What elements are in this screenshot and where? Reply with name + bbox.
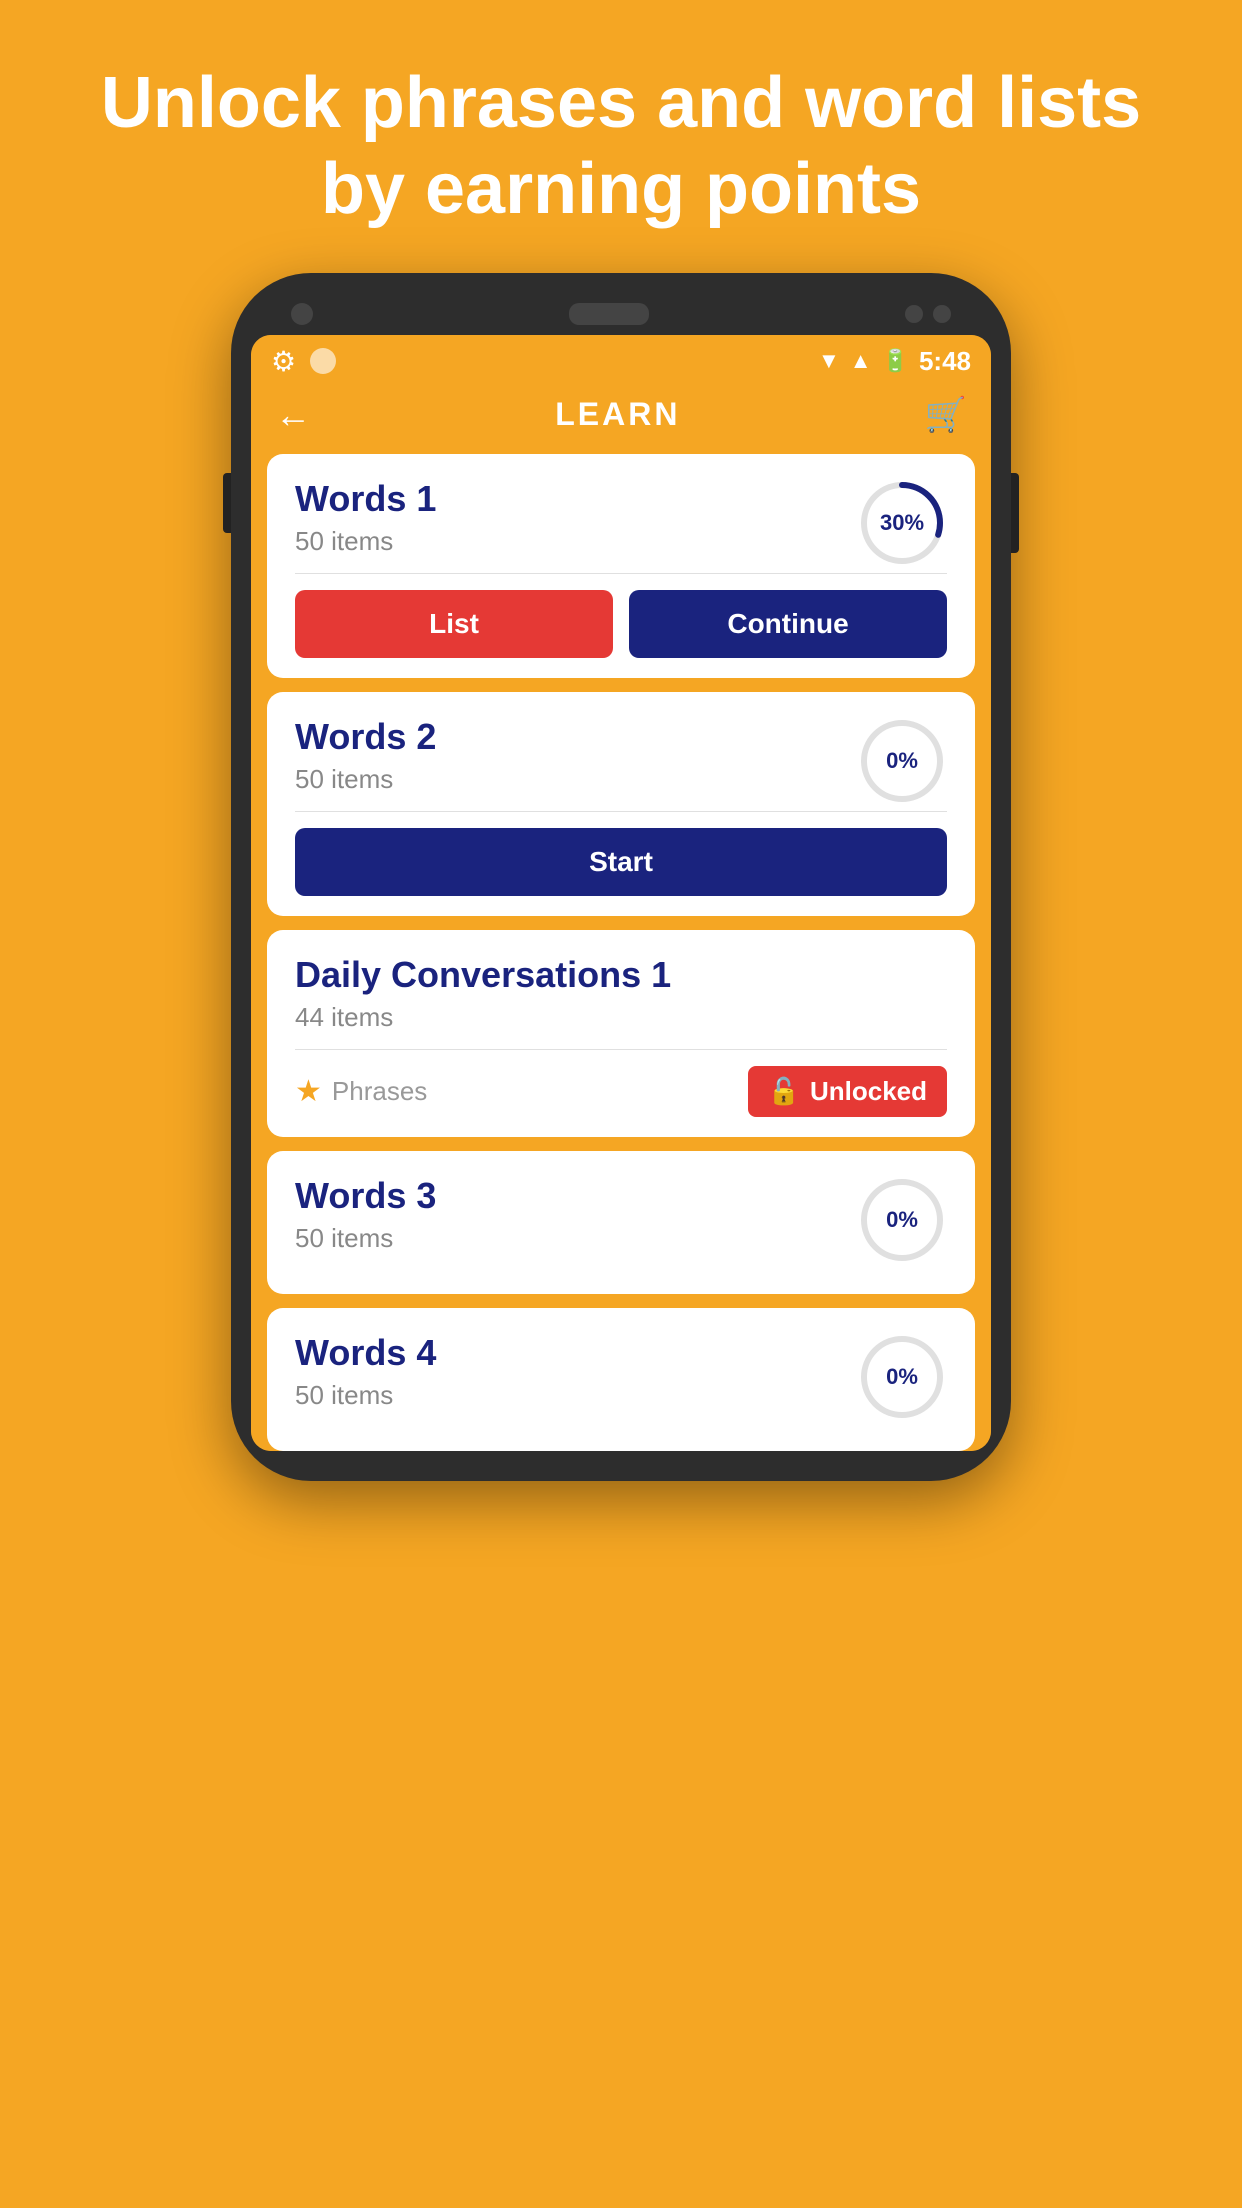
card-words1-subtitle: 50 items [295, 526, 436, 557]
card-words1-title: Words 1 [295, 478, 436, 520]
card-words4-title: Words 4 [295, 1332, 436, 1374]
card-words3-title: Words 3 [295, 1175, 436, 1217]
card-words2-title: Words 2 [295, 716, 436, 758]
gear-icon: ⚙ [271, 345, 296, 378]
card-words1: Words 1 50 items 30% Lis [267, 454, 975, 678]
status-left: ⚙ [271, 345, 336, 378]
card-words1-divider [295, 573, 947, 574]
card-daily-title: Daily Conversations 1 [295, 954, 947, 996]
card-words4-info: Words 4 50 items [295, 1332, 436, 1427]
phone-speaker [569, 303, 649, 325]
card-words3-progress: 0% [857, 1175, 947, 1265]
card-words1-btn-row: List Continue [295, 590, 947, 658]
card-words3: Words 3 50 items 0% [267, 1151, 975, 1294]
battery-icon: 🔋 [882, 348, 909, 374]
phone-button-right [1011, 473, 1019, 553]
phone-device: ⚙ ▼ ▲ 🔋 5:48 ← LEARN 🛒 [231, 273, 1011, 1481]
card-words1-header: Words 1 50 items 30% [295, 478, 947, 573]
card-daily-bottom: ★ Phrases 🔓 Unlocked [295, 1066, 947, 1117]
time-display: 5:48 [919, 346, 971, 377]
card-words2-divider [295, 811, 947, 812]
lock-icon: 🔓 [768, 1076, 800, 1107]
status-dot [310, 348, 336, 374]
card-words3-subtitle: 50 items [295, 1223, 436, 1254]
phone-wrapper: ⚙ ▼ ▲ 🔋 5:48 ← LEARN 🛒 [0, 273, 1242, 1481]
card-daily-divider [295, 1049, 947, 1050]
unlocked-label: Unlocked [810, 1076, 927, 1107]
card-words3-header: Words 3 50 items 0% [295, 1175, 947, 1270]
words1-list-button[interactable]: List [295, 590, 613, 658]
phone-dot-1 [905, 305, 923, 323]
card-words3-info: Words 3 50 items [295, 1175, 436, 1270]
card-words4-header: Words 4 50 items 0% [295, 1332, 947, 1427]
card-words2-info: Words 2 50 items [295, 716, 436, 811]
card-words4-progress-label: 0% [886, 1364, 918, 1390]
signal-icon: ▲ [850, 348, 872, 374]
phone-camera-left [291, 303, 313, 325]
card-words2: Words 2 50 items 0% Start [267, 692, 975, 916]
card-words1-progress-label: 30% [880, 510, 924, 536]
card-words2-progress: 0% [857, 716, 947, 806]
star-icon: ★ [295, 1074, 322, 1109]
card-daily-subtitle: 44 items [295, 1002, 947, 1033]
content-area: Words 1 50 items 30% Lis [251, 454, 991, 1451]
status-bar: ⚙ ▼ ▲ 🔋 5:48 [251, 335, 991, 384]
phone-top [251, 303, 991, 325]
card-daily-conversations1: Daily Conversations 1 44 items ★ Phrases… [267, 930, 975, 1137]
card-words2-subtitle: 50 items [295, 764, 436, 795]
phrases-text: Phrases [332, 1076, 427, 1107]
hero-text: Unlock phrases and word lists by earning… [0, 0, 1242, 273]
header-title: LEARN [555, 396, 680, 433]
card-words4-progress: 0% [857, 1332, 947, 1422]
card-words4: Words 4 50 items 0% [267, 1308, 975, 1451]
phone-camera-right [905, 305, 951, 323]
wifi-icon: ▼ [818, 348, 840, 374]
card-words1-progress: 30% [857, 478, 947, 568]
phone-screen: ⚙ ▼ ▲ 🔋 5:48 ← LEARN 🛒 [251, 335, 991, 1451]
card-words1-info: Words 1 50 items [295, 478, 436, 573]
card-words2-header: Words 2 50 items 0% [295, 716, 947, 811]
card-words3-progress-label: 0% [886, 1207, 918, 1233]
status-right: ▼ ▲ 🔋 5:48 [818, 346, 971, 377]
unlocked-badge: 🔓 Unlocked [748, 1066, 947, 1117]
words1-continue-button[interactable]: Continue [629, 590, 947, 658]
card-words2-progress-label: 0% [886, 748, 918, 774]
words2-start-button[interactable]: Start [295, 828, 947, 896]
cart-icon[interactable]: 🛒 [925, 395, 967, 435]
phrases-label: ★ Phrases [295, 1074, 427, 1109]
card-words4-subtitle: 50 items [295, 1380, 436, 1411]
phone-button-left [223, 473, 231, 533]
back-button[interactable]: ← [275, 394, 311, 436]
phone-dot-2 [933, 305, 951, 323]
app-header: ← LEARN 🛒 [251, 384, 991, 454]
